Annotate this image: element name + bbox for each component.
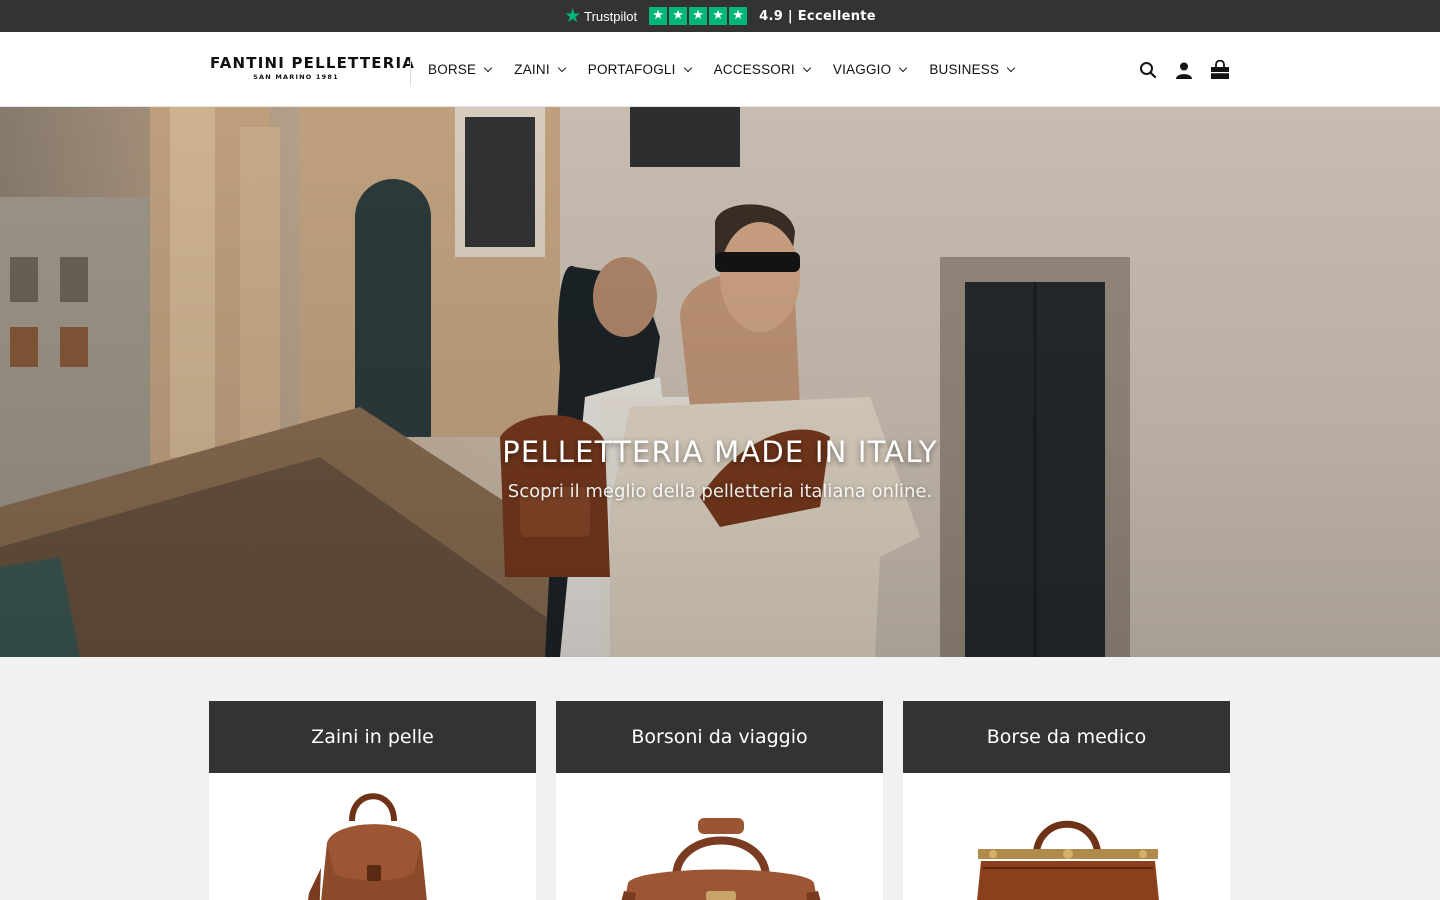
hero-subtitle: Scopri il meglio della pelletteria itali… bbox=[507, 481, 933, 502]
category-card-borsoni[interactable]: Borsoni da viaggio bbox=[556, 701, 883, 900]
chevron-down-icon bbox=[683, 63, 692, 72]
logo-main-text: FANTINI PELLETTERIA bbox=[210, 54, 416, 72]
nav-item-label: BORSE bbox=[428, 62, 477, 77]
star-icon: ★ bbox=[689, 7, 708, 25]
rating-text: 4.9 | Eccellente bbox=[759, 8, 876, 24]
backpack-image bbox=[308, 793, 427, 900]
logo-sub-text: SAN MARINO 1981 bbox=[253, 73, 339, 81]
star-icon: ★ bbox=[649, 7, 668, 25]
nav-item-business[interactable]: BUSINESS bbox=[929, 62, 1016, 77]
trustpilot-logo: ★ Trustpilot bbox=[564, 7, 637, 26]
category-grid: Zaini in pelle Borsoni da viaggio Borse … bbox=[209, 701, 1231, 900]
nav-item-borse[interactable]: BORSE bbox=[428, 62, 493, 77]
doctor-bag-image bbox=[977, 820, 1159, 900]
category-card-image bbox=[209, 773, 536, 900]
account-icon[interactable] bbox=[1174, 60, 1194, 80]
site-logo[interactable]: FANTINI PELLETTERIA SAN MARINO 1981 bbox=[210, 54, 416, 81]
nav-item-label: VIAGGIO bbox=[832, 62, 892, 77]
trustpilot-star-icon: ★ bbox=[564, 5, 582, 27]
cart-icon[interactable] bbox=[1210, 59, 1230, 80]
chevron-down-icon bbox=[557, 63, 567, 72]
category-card-image bbox=[556, 773, 883, 900]
category-card-image bbox=[903, 773, 1230, 900]
chevron-down-icon bbox=[802, 63, 812, 72]
nav-item-label: ZAINI bbox=[514, 62, 550, 77]
chevron-down-icon bbox=[1006, 63, 1016, 72]
trustpilot-label: Trustpilot bbox=[584, 8, 638, 24]
hero-overlay bbox=[0, 107, 1440, 657]
hero-title: PELLETTERIA MADE IN ITALY bbox=[502, 435, 938, 469]
nav-item-label: BUSINESS bbox=[929, 62, 1000, 77]
nav-item-zaini[interactable]: ZAINI bbox=[514, 62, 567, 77]
star-icon: ★ bbox=[709, 7, 728, 25]
search-icon[interactable] bbox=[1138, 60, 1158, 80]
site-header: FANTINI PELLETTERIA SAN MARINO 1981 BORS… bbox=[0, 32, 1440, 107]
nav-item-portafogli[interactable]: PORTAFOGLI bbox=[587, 62, 692, 77]
nav-item-label: PORTAFOGLI bbox=[587, 62, 676, 77]
trustpilot-bar[interactable]: ★ Trustpilot ★ ★ ★ ★ ★ 4.9 | Eccellente bbox=[0, 0, 1440, 32]
chevron-down-icon bbox=[484, 63, 493, 72]
rating-stars: ★ ★ ★ ★ ★ bbox=[649, 7, 748, 25]
category-card-title: Borse da medico bbox=[903, 701, 1230, 773]
category-card-zaini[interactable]: Zaini in pelle bbox=[209, 701, 536, 900]
duffel-bag-image bbox=[621, 818, 821, 900]
main-nav: BORSE ZAINI PORTAFOGLI ACCESSORI VIAGGIO… bbox=[428, 32, 1037, 107]
category-card-title: Borsoni da viaggio bbox=[556, 701, 883, 773]
category-card-title: Zaini in pelle bbox=[209, 701, 536, 773]
nav-item-label: ACCESSORI bbox=[713, 62, 795, 77]
nav-item-viaggio[interactable]: VIAGGIO bbox=[832, 62, 908, 77]
header-actions bbox=[1138, 32, 1230, 107]
star-icon: ★ bbox=[729, 7, 748, 25]
category-card-medico[interactable]: Borse da medico bbox=[903, 701, 1230, 900]
hero-banner[interactable]: PELLETTERIA MADE IN ITALY Scopri il megl… bbox=[0, 107, 1440, 657]
star-icon: ★ bbox=[669, 7, 688, 25]
nav-item-accessori[interactable]: ACCESSORI bbox=[713, 62, 812, 77]
chevron-down-icon bbox=[899, 63, 908, 72]
header-divider bbox=[410, 56, 411, 86]
